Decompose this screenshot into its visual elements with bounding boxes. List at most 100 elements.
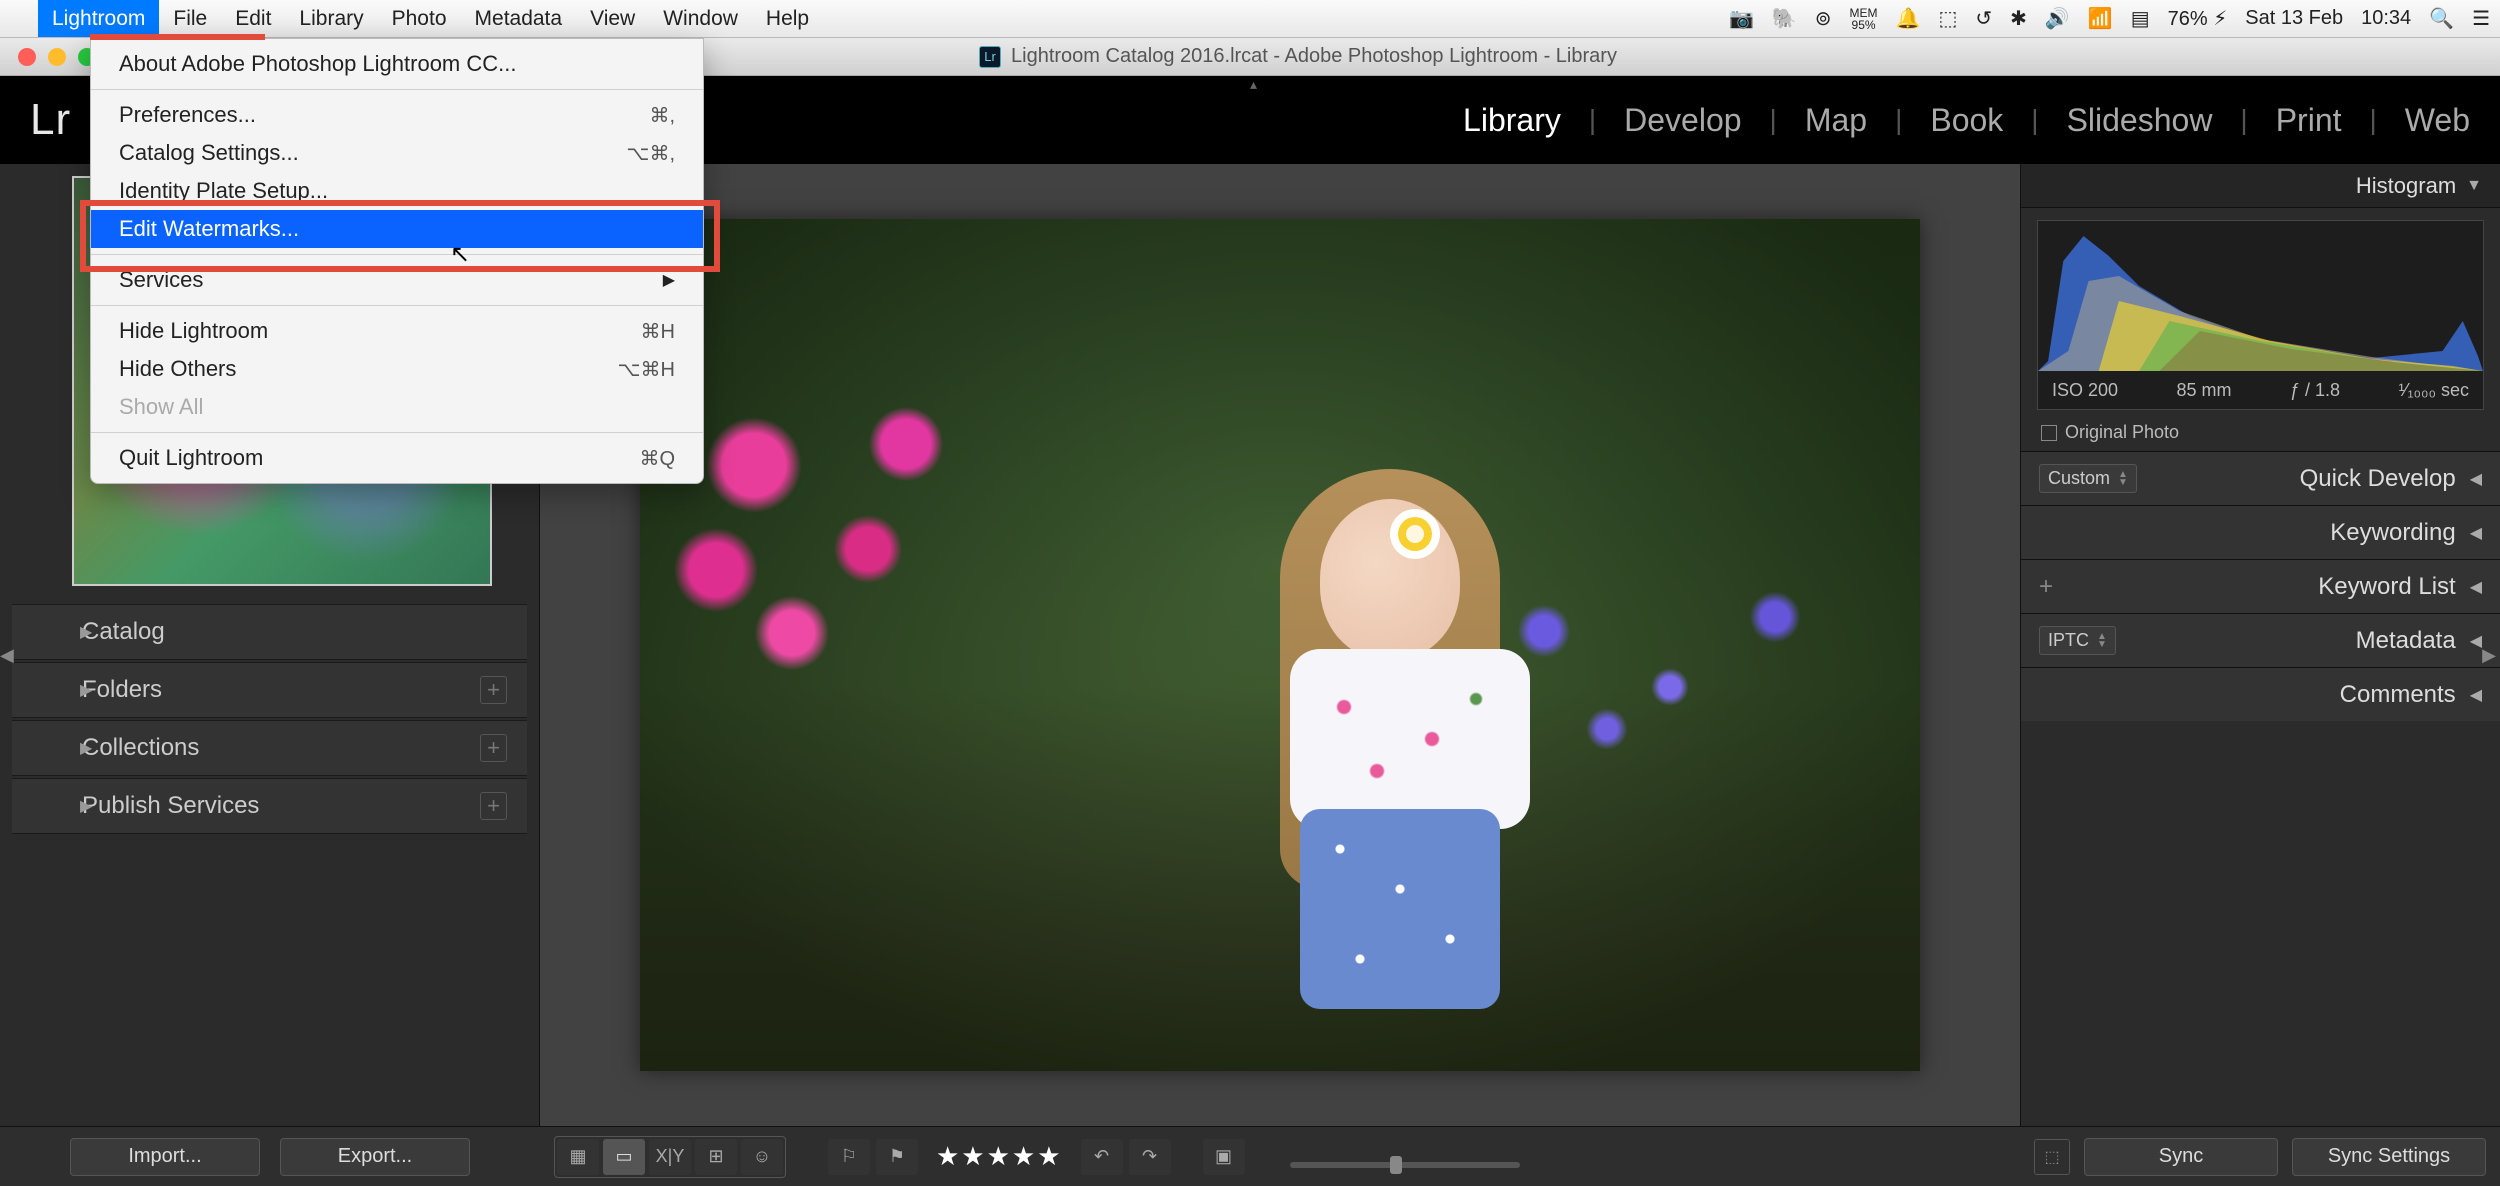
menu-preferences[interactable]: Preferences...⌘, bbox=[91, 96, 703, 134]
histogram-iso: ISO 200 bbox=[2052, 380, 2118, 401]
date-display[interactable]: Sat 13 Feb bbox=[2245, 7, 2343, 30]
histogram-header[interactable]: Histogram▼ bbox=[2021, 164, 2500, 208]
menu-services[interactable]: Services▶ bbox=[91, 261, 703, 299]
survey-view-button[interactable]: ⊞ bbox=[695, 1139, 737, 1175]
battery-percent[interactable]: 76% ⚡︎ bbox=[2168, 6, 2228, 31]
sync-settings-button[interactable]: Sync Settings bbox=[2292, 1138, 2486, 1176]
photo-preview[interactable] bbox=[640, 219, 1920, 1071]
original-photo-checkbox[interactable]: Original Photo bbox=[2021, 414, 2500, 451]
histogram-display[interactable]: ISO 200 85 mm ƒ / 1.8 ¹⁄₁₀₀₀ sec bbox=[2037, 220, 2484, 410]
menu-hide-lightroom[interactable]: Hide Lightroom⌘H bbox=[91, 312, 703, 350]
module-book[interactable]: Book bbox=[1930, 102, 2003, 139]
panel-keyword-list[interactable]: +Keyword List◀ bbox=[2021, 559, 2500, 613]
time-display[interactable]: 10:34 bbox=[2361, 7, 2411, 30]
evernote-icon[interactable]: 🐘 bbox=[1772, 6, 1797, 31]
loupe-view[interactable] bbox=[540, 164, 2020, 1126]
menu-window[interactable]: Window bbox=[649, 0, 752, 37]
menu-help[interactable]: Help bbox=[752, 0, 823, 37]
close-window-button[interactable] bbox=[18, 48, 36, 66]
menu-file[interactable]: File bbox=[159, 0, 221, 37]
mouse-cursor-icon: ↖ bbox=[450, 240, 470, 269]
module-slideshow[interactable]: Slideshow bbox=[2067, 102, 2213, 139]
grid-overlay-button[interactable]: ▣ bbox=[1203, 1139, 1245, 1175]
module-web[interactable]: Web bbox=[2405, 102, 2470, 139]
menu-edit[interactable]: Edit bbox=[221, 0, 285, 37]
wifi-icon[interactable]: 📶 bbox=[2088, 6, 2113, 31]
notification-icon[interactable]: 🔔 bbox=[1896, 6, 1921, 31]
left-panel-expand-icon[interactable]: ◀ bbox=[0, 645, 14, 666]
histogram-aperture: ƒ / 1.8 bbox=[2290, 380, 2340, 401]
add-collection-button[interactable]: + bbox=[480, 734, 507, 762]
menu-view[interactable]: View bbox=[576, 0, 649, 37]
right-panel-expand-icon[interactable]: ▶ bbox=[2482, 645, 2496, 666]
camera-icon[interactable]: 📷 bbox=[1729, 6, 1754, 31]
menu-photo[interactable]: Photo bbox=[378, 0, 461, 37]
lightroom-badge-icon: Lr bbox=[979, 46, 1001, 68]
menu-list-icon[interactable]: ☰ bbox=[2472, 6, 2490, 31]
panel-keywording[interactable]: Keywording◀ bbox=[2021, 505, 2500, 559]
panel-collections[interactable]: ▶Collections+ bbox=[12, 720, 527, 776]
memory-indicator[interactable]: MEM95% bbox=[1850, 7, 1878, 31]
add-publish-button[interactable]: + bbox=[480, 792, 507, 820]
sync-icon[interactable]: ↺ bbox=[1975, 6, 1992, 31]
panel-folders[interactable]: ▶Folders+ bbox=[12, 662, 527, 718]
panel-collapse-arrow-icon[interactable]: ▴ bbox=[1250, 76, 1257, 93]
bluetooth-icon[interactable]: ✱ bbox=[2010, 6, 2027, 31]
grid-view-button[interactable]: ▦ bbox=[557, 1139, 599, 1175]
menu-library[interactable]: Library bbox=[285, 0, 377, 37]
loupe-view-button[interactable]: ▭ bbox=[603, 1139, 645, 1175]
app-logo: Lr bbox=[30, 95, 71, 145]
rotate-right-button[interactable]: ↷ bbox=[1129, 1139, 1171, 1175]
import-button[interactable]: Import... bbox=[70, 1138, 260, 1176]
rating-stars[interactable]: ★★★★★ bbox=[936, 1141, 1063, 1172]
menu-separator bbox=[91, 432, 703, 433]
menu-separator bbox=[91, 254, 703, 255]
lightroom-menu-dropdown: About Adobe Photoshop Lightroom CC... Pr… bbox=[90, 38, 704, 484]
menu-separator bbox=[91, 89, 703, 90]
menu-metadata[interactable]: Metadata bbox=[461, 0, 577, 37]
dropbox-icon[interactable]: ⬚ bbox=[1938, 6, 1957, 31]
menu-lightroom[interactable]: Lightroom bbox=[38, 0, 159, 37]
panel-catalog[interactable]: ▶Catalog bbox=[12, 604, 527, 660]
module-map[interactable]: Map bbox=[1805, 102, 1867, 139]
minimize-window-button[interactable] bbox=[48, 48, 66, 66]
rotate-left-button[interactable]: ↶ bbox=[1081, 1139, 1123, 1175]
export-button[interactable]: Export... bbox=[280, 1138, 470, 1176]
menu-edit-watermarks[interactable]: Edit Watermarks... bbox=[91, 210, 703, 248]
volume-icon[interactable]: 🔊 bbox=[2045, 6, 2070, 31]
thumbnail-size-slider[interactable] bbox=[1290, 1162, 1520, 1168]
menu-show-all: Show All bbox=[91, 388, 703, 426]
flag-rejected-button[interactable]: ⚑ bbox=[876, 1139, 918, 1175]
left-panel-footer: Import... Export... bbox=[0, 1126, 540, 1186]
panel-metadata[interactable]: IPTC▲▼ Metadata◀ bbox=[2021, 613, 2500, 667]
spotlight-icon[interactable]: 🔍 bbox=[2429, 6, 2454, 31]
menu-separator bbox=[91, 305, 703, 306]
panel-publish-services[interactable]: ▶Publish Services+ bbox=[12, 778, 527, 834]
right-panel: Histogram▼ ISO 200 85 mm ƒ / 1.8 ¹⁄₁₀₀₀ … bbox=[2020, 164, 2500, 1126]
creative-cloud-icon[interactable]: ⊚ bbox=[1815, 6, 1832, 31]
panel-comments[interactable]: Comments◀ bbox=[2021, 667, 2500, 721]
center-toolbar: ▦ ▭ X|Y ⊞ ☺ ⚐ ⚑ ★★★★★ ↶ ↷ ▣ bbox=[540, 1126, 2020, 1186]
people-view-button[interactable]: ☺ bbox=[741, 1139, 783, 1175]
module-develop[interactable]: Develop bbox=[1624, 102, 1741, 139]
panel-quick-develop[interactable]: Custom▲▼ Quick Develop◀ bbox=[2021, 451, 2500, 505]
control-center-icon[interactable]: ▤ bbox=[2131, 6, 2150, 31]
menu-hide-others[interactable]: Hide Others⌥⌘H bbox=[91, 350, 703, 388]
sync-button[interactable]: Sync bbox=[2084, 1138, 2278, 1176]
module-library[interactable]: Library bbox=[1463, 102, 1561, 139]
sync-lock-button[interactable]: ⬚ bbox=[2034, 1139, 2070, 1175]
compare-view-button[interactable]: X|Y bbox=[649, 1139, 691, 1175]
annotation-underline bbox=[90, 34, 265, 40]
histogram-focal: 85 mm bbox=[2177, 380, 2232, 401]
menu-about[interactable]: About Adobe Photoshop Lightroom CC... bbox=[91, 45, 703, 83]
module-print[interactable]: Print bbox=[2276, 102, 2342, 139]
flag-picked-button[interactable]: ⚐ bbox=[828, 1139, 870, 1175]
histogram-shutter: ¹⁄₁₀₀₀ sec bbox=[2398, 380, 2469, 401]
menu-identity-plate[interactable]: Identity Plate Setup... bbox=[91, 172, 703, 210]
add-folder-button[interactable]: + bbox=[480, 676, 507, 704]
metadata-preset-select[interactable]: IPTC▲▼ bbox=[2039, 626, 2116, 655]
menu-quit[interactable]: Quit Lightroom⌘Q bbox=[91, 439, 703, 477]
add-keyword-button[interactable]: + bbox=[2039, 573, 2053, 601]
menu-catalog-settings[interactable]: Catalog Settings...⌥⌘, bbox=[91, 134, 703, 172]
quick-develop-preset-select[interactable]: Custom▲▼ bbox=[2039, 464, 2137, 493]
